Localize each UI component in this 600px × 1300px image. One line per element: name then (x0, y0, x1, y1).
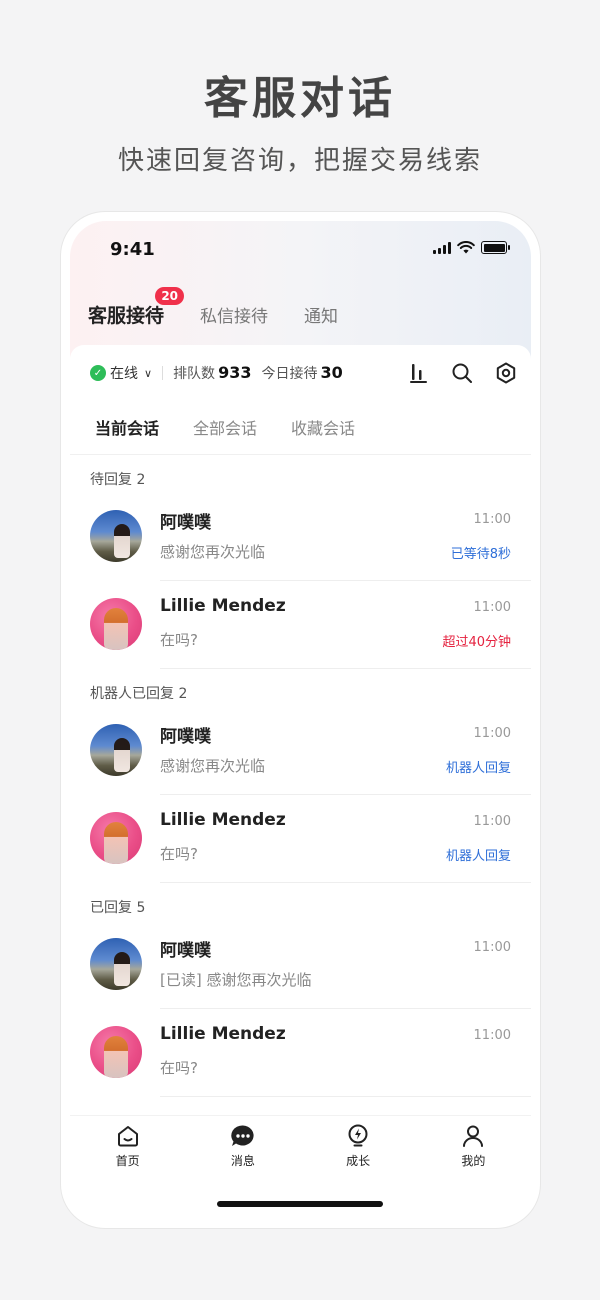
today-count: 今日接待 30 (261, 363, 342, 383)
wait-status: 已等待8秒 (450, 547, 511, 562)
wait-status: 超过40分钟 (442, 635, 511, 650)
app-screen: 9:41 客服接待 20 私信接待 通知 ✓ 在线 ∨ 排队数 933 今日接待… (70, 221, 531, 1219)
message-time: 11:00 (473, 726, 511, 741)
section-header-pending: 待回复 2 (90, 472, 146, 488)
message-time: 11:00 (473, 940, 511, 955)
contact-name: 阿噗噗 (160, 727, 211, 747)
tab-label: 客服接待 (88, 305, 165, 327)
nav-home[interactable]: 首页 (70, 1116, 185, 1175)
queue-value: 933 (218, 363, 252, 382)
last-message: 感谢您再次光临 (160, 757, 266, 775)
avatar (90, 1026, 142, 1078)
phone-frame: 9:41 客服接待 20 私信接待 通知 ✓ 在线 ∨ 排队数 933 今日接待… (61, 212, 540, 1228)
status-time: 9:41 (110, 239, 155, 260)
tab-label: 通知 (304, 307, 339, 327)
message-time: 11:00 (473, 600, 511, 615)
section-header-replied: 已回复 5 (90, 900, 146, 916)
search-icon[interactable] (451, 362, 473, 384)
contact-name: Lillie Mendez (160, 810, 286, 830)
message-time: 11:00 (473, 1028, 511, 1043)
contact-name: Lillie Mendez (160, 1024, 286, 1044)
avatar (90, 724, 142, 776)
nav-label: 我的 (461, 1154, 486, 1168)
online-status-label: 在线 (110, 366, 138, 382)
message-icon (231, 1125, 254, 1146)
unread-badge: 20 (155, 287, 185, 305)
growth-icon (348, 1124, 368, 1147)
cellular-signal-icon (433, 241, 451, 254)
nav-growth[interactable]: 成长 (301, 1116, 416, 1175)
nav-label: 首页 (115, 1154, 140, 1168)
status-icons (433, 241, 510, 254)
online-status-selector[interactable]: ✓ 在线 ∨ (90, 363, 152, 383)
last-message: 感谢您再次光临 (160, 543, 266, 561)
divider (162, 366, 164, 380)
nav-label: 成长 (346, 1154, 371, 1168)
profile-icon (463, 1125, 484, 1147)
last-message: [已读] 感谢您再次光临 (160, 971, 312, 989)
reply-status: 机器人回复 (445, 761, 511, 776)
nav-profile[interactable]: 我的 (416, 1116, 531, 1175)
conversation-item[interactable]: 阿噗噗 感谢您再次光临 11:00 机器人回复 (70, 707, 531, 795)
conversation-list: 待回复 2 阿噗噗 感谢您再次光临 11:00 已等待8秒 Lillie Men… (70, 455, 531, 1097)
stats-icon[interactable] (409, 362, 429, 384)
today-label: 今日接待 (261, 366, 318, 382)
content-panel: ✓ 在线 ∨ 排队数 933 今日接待 30 当前会话 全部会话 收藏会话 待回… (70, 345, 531, 1219)
message-time: 11:00 (473, 814, 511, 829)
toolbar-actions (409, 362, 517, 384)
conversation-tabs: 当前会话 全部会话 收藏会话 (95, 415, 355, 439)
last-message: 在吗? (160, 631, 198, 649)
tab-label: 私信接待 (200, 307, 269, 327)
tab-private-messages[interactable]: 私信接待 (200, 302, 268, 327)
conversation-item[interactable]: Lillie Mendez 在吗? 11:00 超过40分钟 (70, 581, 531, 669)
avatar (90, 598, 142, 650)
queue-label: 排队数 (173, 366, 216, 382)
avatar (90, 938, 142, 990)
tab-all-conversations[interactable]: 全部会话 (193, 415, 257, 439)
battery-icon (481, 241, 510, 254)
home-icon (117, 1126, 138, 1147)
nav-messages[interactable]: 消息 (185, 1116, 300, 1175)
settings-icon[interactable] (495, 362, 517, 384)
today-value: 30 (320, 363, 343, 382)
wifi-icon (457, 241, 475, 254)
tab-current-conversations[interactable]: 当前会话 (95, 415, 159, 439)
message-time: 11:00 (473, 512, 511, 527)
tab-customer-service[interactable]: 客服接待 20 (88, 287, 185, 328)
last-message: 在吗? (160, 845, 198, 863)
reply-status: 机器人回复 (445, 849, 511, 864)
avatar (90, 812, 142, 864)
conversation-item[interactable]: Lillie Mendez 在吗? 11:00 (70, 1009, 531, 1097)
bottom-navigation: 首页 消息 成长 我的 (70, 1115, 531, 1175)
home-indicator[interactable] (217, 1201, 383, 1207)
tab-notifications[interactable]: 通知 (304, 302, 338, 327)
main-tabs: 客服接待 20 私信接待 通知 (88, 287, 338, 328)
nav-label: 消息 (230, 1154, 255, 1168)
hero-subtitle: 快速回复咨询，把握交易线索 (117, 146, 482, 176)
contact-name: Lillie Mendez (160, 596, 286, 616)
conversation-item[interactable]: Lillie Mendez 在吗? 11:00 机器人回复 (70, 795, 531, 883)
conversation-item[interactable]: 阿噗噗 感谢您再次光临 11:00 已等待8秒 (70, 493, 531, 581)
contact-name: 阿噗噗 (160, 513, 211, 533)
last-message: 在吗? (160, 1059, 198, 1077)
section-header-bot-replied: 机器人已回复 2 (90, 686, 188, 702)
conversation-item[interactable]: 阿噗噗 [已读] 感谢您再次光临 11:00 (70, 921, 531, 1009)
queue-count: 排队数 933 (173, 363, 251, 383)
tab-favorite-conversations[interactable]: 收藏会话 (291, 415, 355, 439)
chevron-down-icon: ∨ (144, 366, 153, 380)
toolbar: ✓ 在线 ∨ 排队数 933 今日接待 30 (90, 361, 517, 385)
avatar (90, 510, 142, 562)
contact-name: 阿噗噗 (160, 941, 211, 961)
hero-title: 客服对话 (204, 73, 396, 124)
check-icon: ✓ (90, 365, 106, 381)
